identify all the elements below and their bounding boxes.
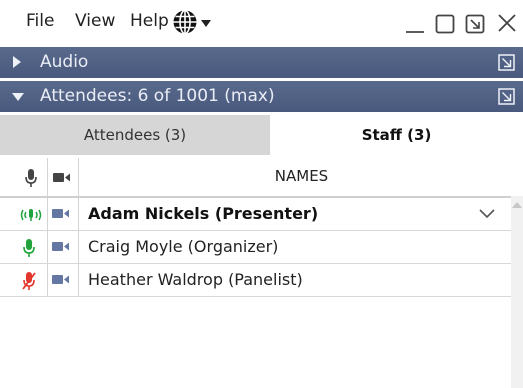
column-divider	[78, 231, 79, 263]
participant-name: Adam Nickels (Presenter)	[88, 204, 319, 223]
participant-name: Heather Waldrop (Panelist)	[88, 270, 303, 289]
microphone-icon[interactable]	[24, 168, 38, 188]
table-header: NAMES	[0, 158, 523, 198]
tab-bar: Attendees (3) Staff (3)	[0, 115, 523, 155]
close-icon[interactable]	[496, 12, 518, 34]
camera-icon[interactable]	[52, 208, 70, 219]
expand-right-icon	[13, 56, 21, 68]
tab-staff[interactable]: Staff (3)	[270, 115, 523, 155]
camera-icon[interactable]	[52, 241, 70, 252]
tab-attendees[interactable]: Attendees (3)	[0, 115, 270, 155]
table-row[interactable]: Heather Waldrop (Panelist)	[0, 264, 523, 297]
column-divider	[78, 198, 79, 230]
microphone-muted-icon[interactable]	[22, 271, 36, 291]
attendees-section-header[interactable]: Attendees: 6 of 1001 (max)	[0, 81, 523, 112]
attendees-section-title: Attendees: 6 of 1001 (max)	[40, 86, 275, 106]
audio-section-title: Audio	[40, 52, 89, 72]
column-divider	[78, 158, 79, 196]
menu-help[interactable]: Help	[130, 11, 169, 31]
camera-icon[interactable]	[52, 274, 70, 285]
scroll-up-icon[interactable]	[512, 202, 522, 208]
table-row[interactable]: Craig Moyle (Organizer)	[0, 231, 523, 264]
audio-section-header[interactable]: Audio	[0, 47, 523, 78]
popout-icon[interactable]	[464, 12, 486, 34]
minimize-icon[interactable]	[404, 12, 426, 34]
chevron-down-icon[interactable]	[201, 20, 211, 27]
menu-view[interactable]: View	[75, 11, 115, 31]
camera-icon[interactable]	[53, 172, 71, 183]
scrollbar[interactable]	[511, 196, 523, 388]
column-divider	[47, 264, 48, 296]
names-column-header[interactable]: NAMES	[80, 167, 523, 185]
popout-icon[interactable]	[498, 88, 515, 105]
restore-icon[interactable]	[434, 12, 456, 34]
menu-file[interactable]: File	[26, 11, 54, 31]
microphone-icon[interactable]	[22, 238, 36, 258]
table-row[interactable]: Adam Nickels (Presenter)	[0, 198, 523, 231]
column-divider	[47, 198, 48, 230]
collapse-down-icon	[12, 93, 24, 101]
chevron-down-icon[interactable]	[479, 209, 495, 219]
participant-name: Craig Moyle (Organizer)	[88, 237, 279, 256]
globe-icon[interactable]	[172, 9, 198, 35]
menu-bar: File View Help	[0, 0, 523, 46]
column-divider	[47, 231, 48, 263]
column-divider	[47, 158, 48, 196]
popout-icon[interactable]	[498, 54, 515, 71]
speaking-icon	[20, 209, 42, 221]
column-divider	[78, 264, 79, 296]
